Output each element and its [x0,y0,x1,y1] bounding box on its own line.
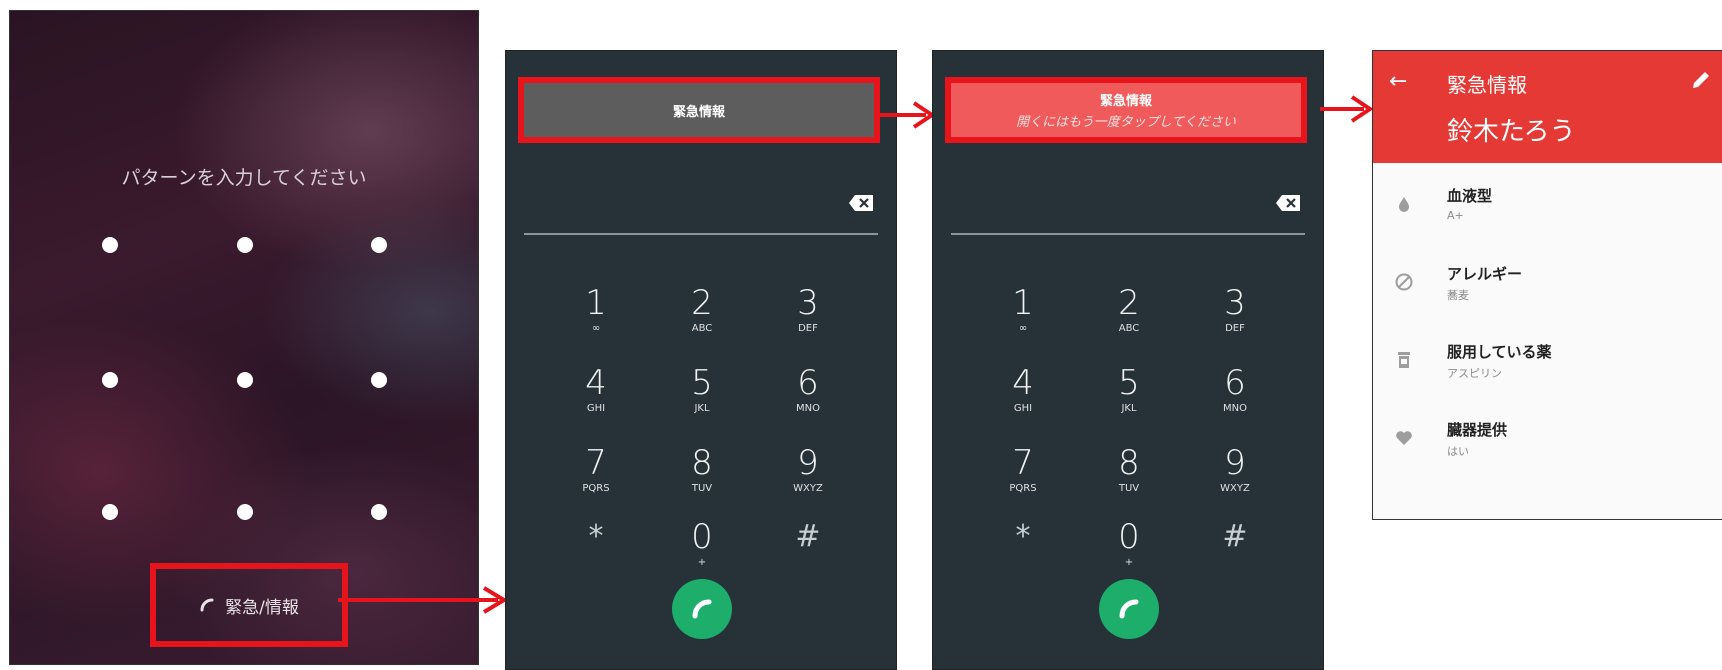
emergency-info-banner[interactable]: 緊急情報 [518,77,880,143]
pattern-dot[interactable] [371,237,387,253]
phone-icon [692,599,712,619]
emergency-info-button[interactable]: 緊急/情報 [150,563,348,647]
pill-bottle-icon [1398,352,1410,368]
banner-title: 緊急情報 [672,104,725,120]
flow-arrow [1320,95,1374,123]
key-3[interactable]: 3 DEF [768,283,848,355]
key-hash[interactable]: # [768,517,848,589]
info-label: 血液型 [1447,187,1493,205]
key-8[interactable]: 8 TUV [662,443,742,515]
edit-pencil-icon[interactable] [1690,69,1712,91]
input-divider [951,233,1305,235]
call-button[interactable] [672,579,732,639]
info-title: 緊急情報 [1447,73,1527,97]
pattern-dot[interactable] [102,237,118,253]
key-5[interactable]: 5 JKL [662,363,742,435]
pattern-prompt: パターンを入力してください [121,167,367,189]
emergency-dialer: 緊急情報 1 ∞ 2 ABC 3 DEF 4 GHI 5 JKL 6 MNO 7 PQRS 8… [505,50,897,670]
banner-subtitle: 開くにはもう一度タップしてください [1016,115,1236,130]
pattern-dot[interactable] [237,372,253,388]
pattern-dot[interactable] [102,504,118,520]
drop-icon [1399,197,1409,212]
info-row-blood-type[interactable]: 血液型 A+ [1373,171,1722,251]
flow-arrow [880,101,936,129]
info-value: 蕎麦 [1447,289,1469,302]
heart-icon [1396,431,1412,445]
key-4[interactable]: 4 GHI [983,363,1063,435]
call-button[interactable] [1099,579,1159,639]
emergency-info-label: 緊急/情報 [225,597,299,618]
key-3[interactable]: 3 DEF [1195,283,1275,355]
info-value: はい [1447,445,1469,458]
owner-name: 鈴木たろう [1447,117,1576,147]
emergency-info-banner[interactable]: 緊急情報 開くにはもう一度タップしてください [945,77,1307,143]
info-value: アスピリン [1447,367,1502,380]
key-2[interactable]: 2 ABC [1089,283,1169,355]
key-star[interactable]: * [556,517,636,589]
pattern-dot[interactable] [102,372,118,388]
info-row-medication[interactable]: 服用している薬 アスピリン [1373,327,1722,407]
banner-title: 緊急情報 [1099,94,1152,109]
emergency-dialer-confirm: 緊急情報 開くにはもう一度タップしてください 1 ∞ 2 ABC 3 DEF 4 GHI… [932,50,1324,670]
key-1[interactable]: 1 ∞ [556,283,636,355]
lock-screen: パターンを入力してください 緊急/情報 [9,10,479,665]
info-header: ← 緊急情報 鈴木たろう [1373,51,1722,163]
key-hash[interactable]: # [1195,517,1275,589]
key-9[interactable]: 9 WXYZ [768,443,848,515]
phone-icon [1119,599,1139,619]
emergency-info-screen: ← 緊急情報 鈴木たろう 血液型 A+ アレルギー 蕎麦 服用している薬 アスピ… [1372,50,1722,520]
info-label: 臓器提供 [1447,421,1508,439]
key-8[interactable]: 8 TUV [1089,443,1169,515]
info-label: 服用している薬 [1447,343,1552,361]
key-2[interactable]: 2 ABC [662,283,742,355]
block-icon [1395,273,1413,291]
key-4[interactable]: 4 GHI [556,363,636,435]
input-divider [524,233,878,235]
key-7[interactable]: 7 PQRS [983,443,1063,515]
key-7[interactable]: 7 PQRS [556,443,636,515]
info-row-organ-donor[interactable]: 臓器提供 はい [1373,405,1722,485]
pattern-dot[interactable] [371,372,387,388]
info-row-allergy[interactable]: アレルギー 蕎麦 [1373,249,1722,329]
backspace-icon[interactable] [848,194,874,212]
flow-arrow [338,586,508,614]
phone-icon [200,598,214,612]
key-9[interactable]: 9 WXYZ [1195,443,1275,515]
info-label: アレルギー [1447,265,1523,283]
key-1[interactable]: 1 ∞ [983,283,1063,355]
key-6[interactable]: 6 MNO [768,363,848,435]
info-value: A+ [1447,209,1464,222]
pattern-dot[interactable] [237,504,253,520]
key-5[interactable]: 5 JKL [1089,363,1169,435]
key-star[interactable]: * [983,517,1063,589]
key-6[interactable]: 6 MNO [1195,363,1275,435]
pattern-dot[interactable] [237,237,253,253]
back-arrow-icon[interactable]: ← [1389,69,1407,94]
backspace-icon[interactable] [1275,194,1301,212]
pattern-dot[interactable] [371,504,387,520]
